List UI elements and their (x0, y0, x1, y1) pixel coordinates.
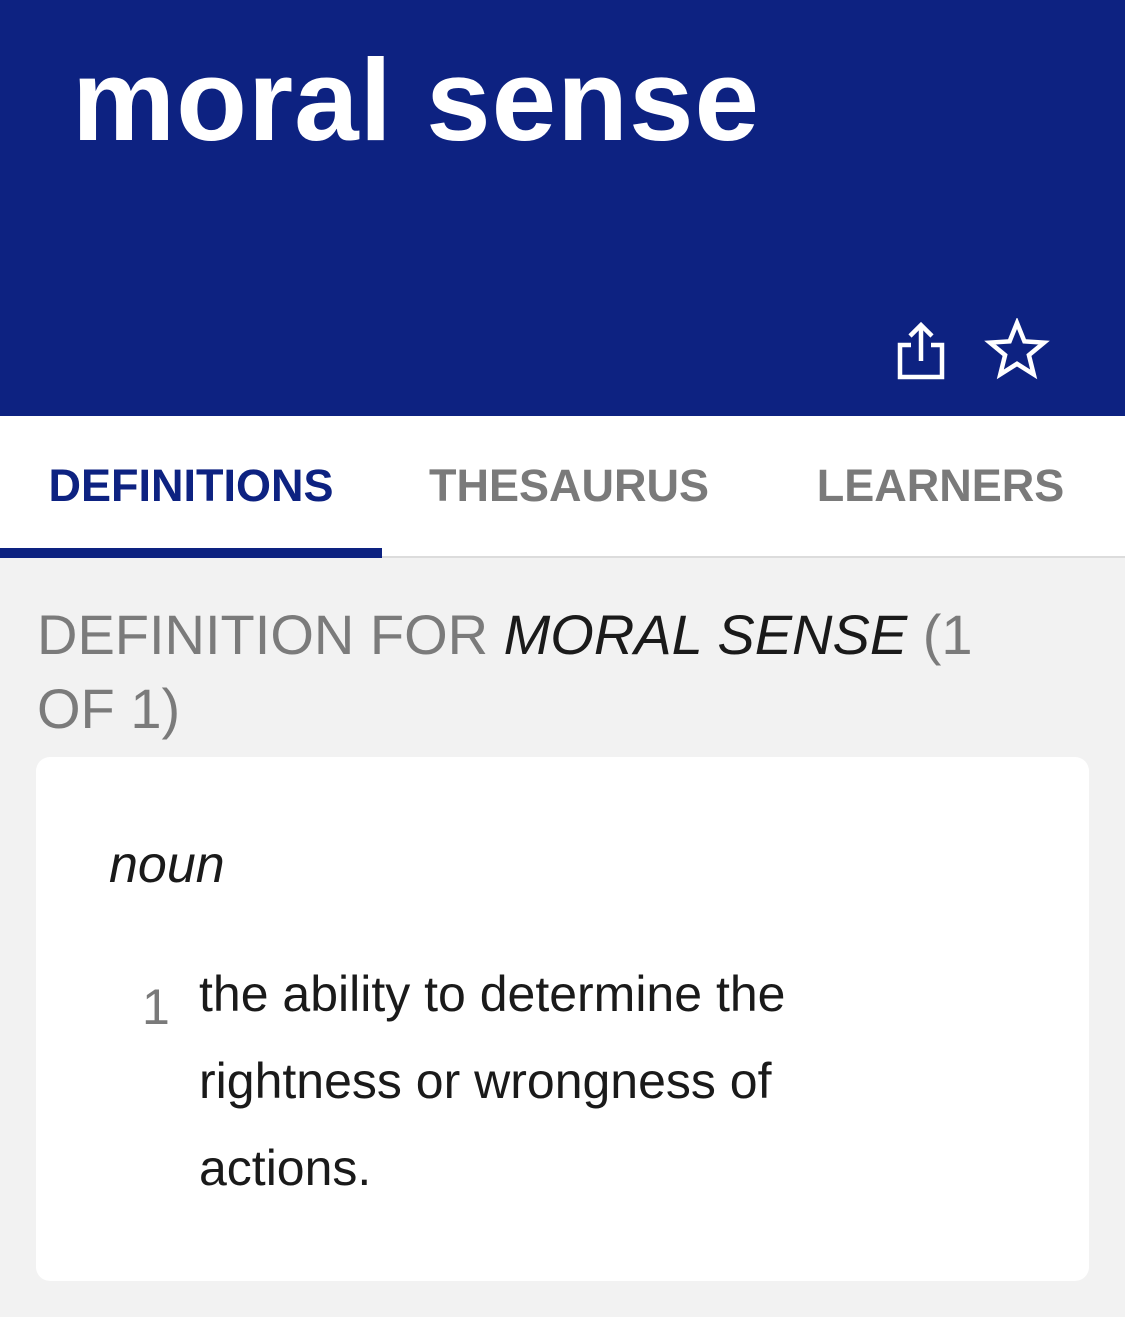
headword: moral sense (72, 35, 761, 165)
star-outline-icon (984, 316, 1050, 380)
tab-definitions[interactable]: DEFINITIONS (0, 416, 382, 556)
tab-thesaurus[interactable]: THESAURUS (382, 416, 756, 556)
header-banner: moral sense (0, 0, 1125, 416)
sense-text: the ability to determine the rightness o… (199, 966, 786, 1196)
definition-card: noun 1 the ability to determine the righ… (36, 757, 1089, 1281)
active-tab-indicator (0, 548, 382, 558)
share-button[interactable] (890, 318, 950, 382)
tab-bar: DEFINITIONS THESAURUS LEARNERS (0, 416, 1125, 558)
favorite-button[interactable] (984, 316, 1050, 382)
definition-heading: DEFINITION FOR MORAL SENSE (1 OF 1) (37, 598, 1057, 746)
share-icon (897, 321, 945, 380)
definition-heading-term: MORAL SENSE (503, 603, 908, 666)
part-of-speech: noun (109, 836, 225, 894)
definition-heading-prefix: DEFINITION FOR (37, 603, 489, 666)
tab-learners[interactable]: LEARNERS (756, 416, 1125, 556)
sense-number: 1 (142, 979, 170, 1035)
